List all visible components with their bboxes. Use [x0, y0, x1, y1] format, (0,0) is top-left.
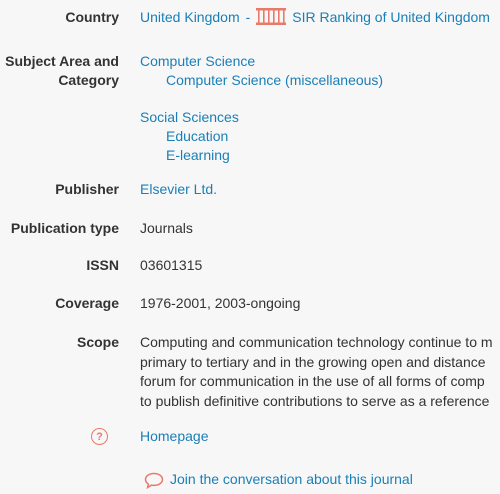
- scope-text: Computing and communication technology c…: [140, 333, 500, 411]
- category-education[interactable]: Education: [140, 127, 239, 146]
- join-conversation-link[interactable]: Join the conversation about this journal: [170, 471, 413, 487]
- country-separator: -: [245, 9, 251, 25]
- scope-line: primary to tertiary and in the growing o…: [140, 353, 486, 370]
- coverage-label: Coverage: [55, 295, 119, 311]
- conversation-value: Join the conversation about this journal: [170, 470, 413, 489]
- country-link[interactable]: United Kingdom: [140, 9, 240, 25]
- publisher-link[interactable]: Elsevier Ltd.: [140, 181, 217, 197]
- category-e-learning[interactable]: E-learning: [140, 146, 239, 165]
- homepage-link[interactable]: Homepage: [140, 428, 209, 444]
- homepage-value: Homepage: [140, 427, 209, 446]
- scope-line: Computing and communication technology c…: [140, 334, 493, 350]
- country-value: United Kingdom - SIR Ranking of United Ki…: [140, 8, 490, 30]
- publication-type-label: Publication type: [10, 220, 119, 236]
- subject-area-computer-science[interactable]: Computer Science: [140, 52, 383, 71]
- subject-area-social-sciences[interactable]: Social Sciences: [140, 108, 239, 127]
- sir-ranking-icon: [256, 8, 287, 30]
- help-circle-icon[interactable]: ?: [91, 428, 108, 445]
- publication-type-value: Journals: [140, 220, 193, 236]
- publisher-value: Elsevier Ltd.: [140, 180, 217, 199]
- subject-label-line2: Category: [58, 72, 119, 88]
- chat-bubble-icon[interactable]: [144, 472, 164, 492]
- conversation-row: Join the conversation about this journal: [0, 470, 500, 492]
- country-label: Country: [65, 9, 119, 25]
- journal-info-panel: Country United Kingdom - SIR Ranking of U…: [0, 0, 500, 494]
- category-computer-science-misc[interactable]: Computer Science (miscellaneous): [140, 71, 383, 90]
- issn-value: 03601315: [140, 257, 203, 273]
- sir-ranking-link[interactable]: SIR Ranking of United Kingdom: [292, 9, 490, 25]
- scope-row: Scope Computing and communication techno…: [0, 333, 500, 413]
- subject-label-line1: Subject Area and: [5, 53, 119, 69]
- subject-label: Subject Area and Category: [0, 52, 119, 90]
- issn-label: ISSN: [86, 257, 119, 273]
- subject-values-2: Social Sciences Education E-learning: [140, 108, 239, 165]
- scope-line: to publish definitive contributions to s…: [140, 392, 490, 409]
- scope-line: forum for communication in the use of al…: [140, 373, 485, 389]
- coverage-value: 1976-2001, 2003-ongoing: [140, 295, 301, 311]
- subject-values: Computer Science Computer Science (misce…: [140, 52, 383, 90]
- scope-label: Scope: [76, 334, 119, 350]
- homepage-row: ? Homepage: [0, 427, 500, 449]
- publisher-label: Publisher: [55, 181, 119, 197]
